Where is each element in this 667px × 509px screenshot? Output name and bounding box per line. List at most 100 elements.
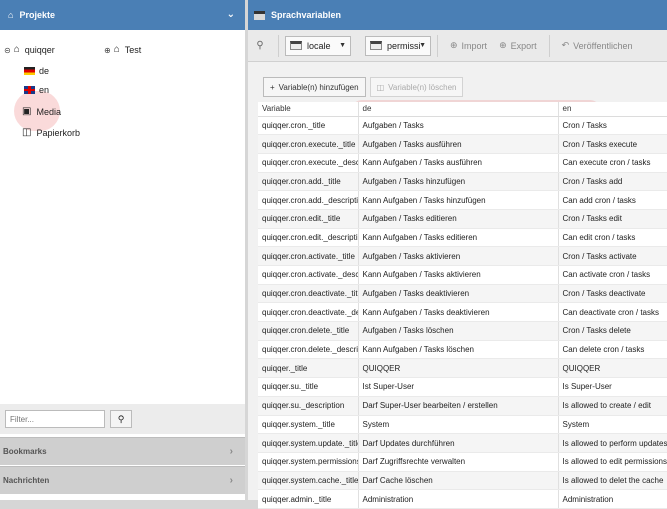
cell-de[interactable]: Aufgaben / Tasks löschen [358,321,559,341]
cell-variable[interactable]: quiqqer.cron._title [258,116,359,136]
cell-de[interactable]: Aufgaben / Tasks editieren [358,209,559,229]
table-row[interactable]: quiqqer.cron.deactivate._descriptionKann… [258,302,667,323]
cell-de[interactable]: System [358,415,559,435]
tree-node-test[interactable]: ⊕ ⌂ Test [104,42,141,58]
cell-de[interactable]: QUIQQER [358,358,559,379]
cell-de[interactable]: Aufgaben / Tasks ausführen [358,134,559,154]
export-button[interactable]: ⊕ Export [499,40,537,51]
cell-de[interactable]: Kann Aufgaben / Tasks deaktivieren [358,302,559,323]
column-header-en[interactable]: en [558,102,667,117]
cell-de[interactable]: Aufgaben / Tasks aktivieren [358,246,559,266]
cell-variable[interactable]: quiqqer.cron.add._description [258,190,359,210]
add-variable-button[interactable]: + Variable(n) hinzufügen [263,77,366,97]
cell-de[interactable]: Ist Super-User [358,377,559,397]
search-button[interactable]: ⚲ [110,410,132,428]
cell-en[interactable]: Cron / Tasks deactivate [558,284,667,304]
table-row[interactable]: quiqqer.cron.activate._title Aufgaben / T… [258,246,667,266]
cell-de[interactable]: Aufgaben / Tasks [358,116,559,136]
cell-de[interactable]: Kann Aufgaben / Tasks löschen [358,340,559,360]
search-icon[interactable]: ⚲ [248,40,272,51]
cell-variable[interactable]: quiqqer.system.update._title [258,433,359,453]
cell-en[interactable]: Can add cron / tasks [558,190,667,210]
cell-en[interactable]: Cron / Tasks execute [558,134,667,154]
table-row[interactable]: quiqqer.cron.execute._title Aufgaben / Ta… [258,134,667,154]
cell-variable[interactable]: quiqqer.su._title [258,377,359,397]
cell-variable[interactable]: quiqqer.cron.add._title [258,172,359,192]
cell-en[interactable]: Is allowed to perform updates [558,433,667,453]
table-row[interactable]: quiqqer.cron.delete._title Aufgaben / Tas… [258,321,667,341]
column-header-de[interactable]: de [358,102,559,117]
cell-variable[interactable]: quiqqer.cron.edit._description [258,228,359,248]
import-button[interactable]: ⊕ Import [450,40,487,51]
table-row[interactable]: quiqqer.system.update._title Darf Updates… [258,433,667,453]
cell-de[interactable]: Kann Aufgaben / Tasks hinzufügen [358,190,559,210]
table-row[interactable]: quiqqer.cron.delete._descriptionKann Auf… [258,340,667,360]
cell-de[interactable]: Aufgaben / Tasks deaktivieren [358,284,559,304]
filter-input[interactable] [5,410,105,428]
cell-variable[interactable]: quiqqer.cron.activate._title [258,246,359,266]
table-row[interactable]: quiqqer.su._title Ist Super-User Is Super-… [258,377,667,397]
bookmarks-section[interactable]: Bookmarks › [0,437,245,465]
table-row[interactable]: quiqqer.system._title System System [258,415,667,435]
tree-node-media[interactable]: ▣ Media [22,104,61,120]
table-row[interactable]: quiqqer.system.permissions._titleDarf Zu… [258,452,667,472]
cell-variable[interactable]: quiqqer.su._description [258,396,359,416]
tree-node-en[interactable]: en [24,82,49,98]
cell-de[interactable]: Administration [358,489,559,509]
cell-en[interactable]: System [558,415,667,435]
cell-en[interactable]: Is Super-User [558,377,667,397]
cell-de[interactable]: Darf Cache löschen [358,471,559,491]
cell-variable[interactable]: quiqqer.cron.delete._title [258,321,359,341]
cell-en[interactable]: Can delete cron / tasks [558,340,667,360]
cell-en[interactable]: Is allowed to edit permissions [558,452,667,472]
cell-variable[interactable]: quiqqer.cron.execute._title [258,134,359,154]
cell-en[interactable]: Is allowed to delet the cache [558,471,667,491]
cell-variable[interactable]: quiqqer.cron.execute._description [258,153,359,173]
delete-variable-button[interactable]: ◫ Variable(n) löschen [369,77,464,97]
cell-de[interactable]: Kann Aufgaben / Tasks aktivieren [358,265,559,285]
publish-button[interactable]: ↶ Veröffentlichen [562,40,633,51]
messages-section[interactable]: Nachrichten › [0,466,245,494]
group-select[interactable]: locale ▼ [285,35,351,56]
collapse-icon[interactable]: ⊝ [4,46,11,55]
permission-select[interactable]: permissi ▼ [365,35,431,56]
cell-variable[interactable]: quiqqer.cron.deactivate._title [258,284,359,304]
tree-node-quiqqer[interactable]: ⊝ ⌂ quiqqer [4,42,55,58]
cell-variable[interactable]: quiqqer.system.permissions._title [258,452,359,472]
table-row[interactable]: quiqqer.cron.execute._descriptionKann Au… [258,153,667,173]
cell-variable[interactable]: quiqqer.system.cache._title [258,471,359,491]
cell-en[interactable]: QUIQQER [558,358,667,379]
cell-variable[interactable]: quiqqer.cron.edit._title [258,209,359,229]
table-row[interactable]: quiqqer.cron.edit._title Aufgaben / Tasks… [258,209,667,229]
cell-de[interactable]: Aufgaben / Tasks hinzufügen [358,172,559,192]
cell-en[interactable]: Cron / Tasks [558,116,667,136]
table-row[interactable]: quiqqer.cron._title Aufgaben / Tasks Cron … [258,116,667,136]
cell-en[interactable]: Cron / Tasks activate [558,246,667,266]
cell-variable[interactable]: quiqqer.cron.delete._description [258,340,359,360]
cell-en[interactable]: Is allowed to create / edit [558,396,667,416]
table-row[interactable]: quiqqer.cron.add._title Aufgaben / Tasks … [258,172,667,192]
cell-en[interactable]: Cron / Tasks edit [558,209,667,229]
cell-en[interactable]: Can edit cron / tasks [558,228,667,248]
table-row[interactable]: quiqqer.su._description Darf Super-User b… [258,396,667,416]
cell-en[interactable]: Can deactivate cron / tasks [558,302,667,323]
table-row[interactable]: quiqqer.cron.add._description Kann Aufgab… [258,190,667,210]
cell-variable[interactable]: quiqqer._title [258,358,359,379]
table-row[interactable]: quiqqer.cron.activate._descriptionKann A… [258,265,667,285]
cell-en[interactable]: Cron / Tasks delete [558,321,667,341]
tree-node-de[interactable]: de [24,63,49,79]
cell-de[interactable]: Kann Aufgaben / Tasks editieren [358,228,559,248]
cell-de[interactable]: Kann Aufgaben / Tasks ausführen [358,153,559,173]
expand-icon[interactable]: ⊕ [104,46,111,55]
tree-node-trash[interactable]: ◫ Papierkorb [22,125,80,141]
cell-variable[interactable]: quiqqer.system._title [258,415,359,435]
cell-variable[interactable]: quiqqer.admin._title [258,489,359,509]
cell-en[interactable]: Can execute cron / tasks [558,153,667,173]
table-row[interactable]: quiqqer.admin._title Administration Admini… [258,489,667,509]
cell-en[interactable]: Administration [558,489,667,509]
table-row[interactable]: quiqqer.system.cache._title Darf Cache lö… [258,471,667,491]
chevron-down-icon[interactable]: ⌄ [227,9,235,20]
cell-de[interactable]: Darf Zugriffsrechte verwalten [358,452,559,472]
column-header-variable[interactable]: Variable [258,102,359,117]
table-row[interactable]: quiqqer.cron.deactivate._title Aufgaben /… [258,284,667,304]
